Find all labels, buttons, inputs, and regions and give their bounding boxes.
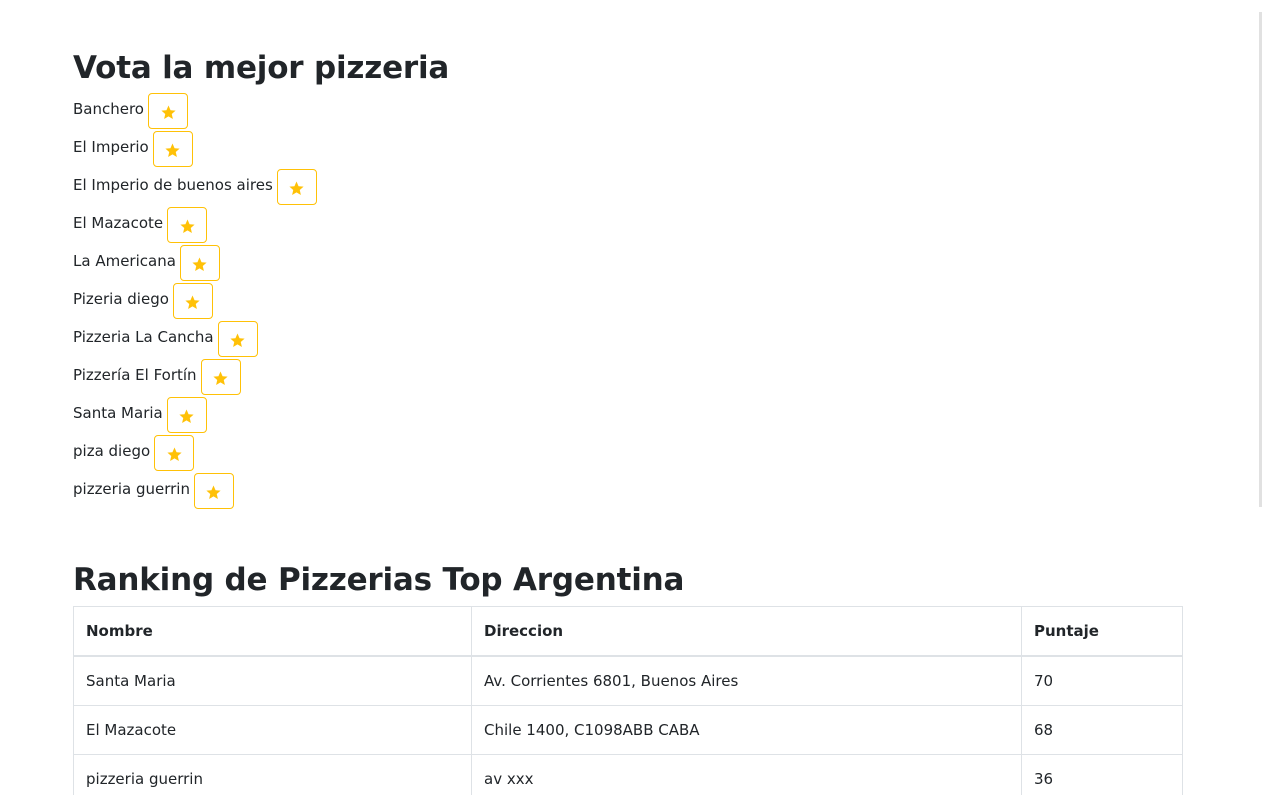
- column-header-score: Puntaje: [1021, 606, 1183, 657]
- table-header-row: Nombre Direccion Puntaje: [73, 606, 1183, 657]
- vote-item-label: Pizzeria La Cancha: [73, 328, 214, 346]
- vote-item-label: piza diego: [73, 442, 151, 460]
- vote-button[interactable]: [179, 245, 220, 281]
- ranking-table: Nombre Direccion Puntaje Santa Maria Av.…: [73, 606, 1183, 795]
- column-header-name: Nombre: [73, 606, 472, 657]
- vote-item-label: El Imperio: [73, 138, 149, 156]
- cell-name: pizzeria guerrin: [73, 754, 472, 795]
- cell-score: 36: [1021, 754, 1183, 795]
- vote-button[interactable]: [154, 435, 195, 471]
- cell-address: Chile 1400, C1098ABB CABA: [471, 705, 1022, 755]
- star-icon: [167, 447, 182, 461]
- cell-score: 68: [1021, 705, 1183, 755]
- vote-item: El Imperio: [73, 131, 317, 169]
- star-icon: [289, 181, 304, 195]
- vote-item-label: Pizeria diego: [73, 290, 169, 308]
- vote-button[interactable]: [276, 169, 317, 205]
- vote-item: Pizeria diego: [73, 283, 317, 321]
- vote-item-label: El Mazacote: [73, 214, 164, 232]
- vote-item-label: El Imperio de buenos aires: [73, 176, 273, 194]
- vote-list: Banchero El Imperio El Imperio de buenos…: [73, 93, 317, 511]
- star-icon: [206, 485, 222, 499]
- vote-button[interactable]: [217, 321, 258, 357]
- vote-item: Banchero: [73, 93, 317, 131]
- vote-button[interactable]: [152, 131, 193, 167]
- table-row: El Mazacote Chile 1400, C1098ABB CABA 68: [73, 705, 1183, 755]
- vote-item: Santa Maria: [73, 397, 317, 435]
- vote-item: pizzeria guerrin: [73, 473, 317, 511]
- vote-item-label: pizzeria guerrin: [73, 480, 190, 498]
- star-icon: [160, 105, 176, 119]
- cell-score: 70: [1021, 655, 1183, 706]
- vote-item: piza diego: [73, 435, 317, 473]
- page: Vota la mejor pizzeria Banchero El Imper…: [0, 0, 1262, 795]
- vote-button[interactable]: [167, 207, 208, 243]
- vote-item: La Americana: [73, 245, 317, 283]
- vote-button[interactable]: [148, 93, 188, 129]
- star-icon: [185, 295, 200, 309]
- vote-button[interactable]: [193, 473, 234, 509]
- vote-item: Pizzería El Fortín: [73, 359, 317, 397]
- column-header-address: Direccion: [471, 606, 1022, 657]
- vote-item: El Mazacote: [73, 207, 317, 245]
- vote-item-label: Pizzería El Fortín: [73, 366, 197, 384]
- vote-item-label: Banchero: [73, 100, 144, 118]
- cell-name: Santa Maria: [73, 655, 472, 706]
- vote-item: El Imperio de buenos aires: [73, 169, 317, 207]
- star-icon: [213, 371, 228, 385]
- star-icon: [165, 143, 180, 157]
- cell-address: av xxx: [471, 754, 1022, 795]
- vote-item: Pizzeria La Cancha: [73, 321, 317, 359]
- vote-button[interactable]: [172, 283, 213, 319]
- table-row: Santa Maria Av. Corrientes 6801, Buenos …: [73, 655, 1183, 706]
- vote-title: Vota la mejor pizzeria: [73, 50, 450, 86]
- table-row: pizzeria guerrin av xxx 36: [73, 754, 1183, 795]
- vote-item-label: La Americana: [73, 252, 176, 270]
- cell-address: Av. Corrientes 6801, Buenos Aires: [471, 655, 1022, 706]
- star-icon: [179, 409, 194, 423]
- vote-item-label: Santa Maria: [73, 404, 163, 422]
- star-icon: [180, 219, 195, 233]
- ranking-title: Ranking de Pizzerias Top Argentina: [73, 562, 685, 598]
- cell-name: El Mazacote: [73, 705, 472, 755]
- vote-button[interactable]: [200, 359, 241, 395]
- vote-button[interactable]: [166, 397, 207, 433]
- star-icon: [230, 333, 245, 347]
- star-icon: [192, 257, 207, 271]
